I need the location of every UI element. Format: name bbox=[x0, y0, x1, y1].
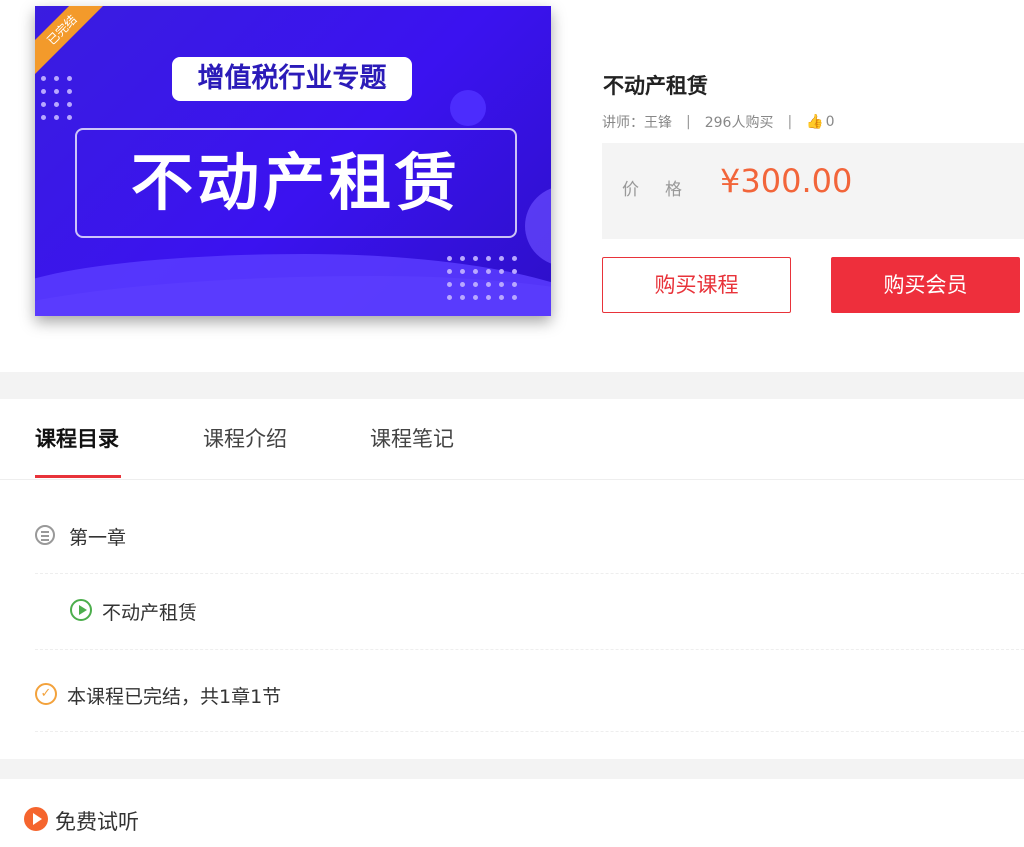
play-circle-icon bbox=[24, 807, 48, 831]
course-title: 不动产租赁 bbox=[603, 74, 708, 98]
section-divider bbox=[0, 759, 1024, 779]
purchase-count: 296人购买 bbox=[704, 115, 774, 131]
free-trial-bar[interactable]: 免费试听 bbox=[0, 779, 1024, 847]
lesson-title: 不动产租赁 bbox=[102, 602, 198, 624]
meta-divider: | bbox=[787, 114, 793, 130]
tab-catalog[interactable]: 课程目录 bbox=[35, 423, 119, 453]
cover-decor-circle bbox=[450, 90, 486, 126]
course-content-panel: 课程目录 课程介绍 课程笔记 第一章 不动产租赁 ✓ 本课程已完结，共1章1节 bbox=[0, 399, 1024, 759]
price-label: 价格 bbox=[622, 180, 708, 200]
cover-title: 不动产租赁 bbox=[75, 128, 517, 238]
price-box: 价格 ¥300.00 bbox=[602, 143, 1024, 239]
tab-notes[interactable]: 课程笔记 bbox=[370, 423, 454, 453]
buy-member-button[interactable]: 购买会员 bbox=[831, 257, 1020, 313]
teacher-name: 讲师：王锋 bbox=[602, 115, 672, 131]
buy-course-button[interactable]: 购买课程 bbox=[602, 257, 791, 313]
check-circle-icon: ✓ bbox=[35, 683, 57, 705]
section-divider bbox=[0, 372, 1024, 399]
meta-divider: | bbox=[686, 114, 691, 130]
tab-bar: 课程目录 课程介绍 课程笔记 bbox=[0, 399, 1024, 480]
cover-dot-pattern bbox=[447, 256, 517, 300]
like-count: 0 bbox=[825, 114, 835, 130]
course-header: 已完结 增值税行业专题 不动产租赁 不动产租赁 讲师：王锋 | 296人购买 |… bbox=[0, 0, 1024, 372]
chapter-title: 第一章 bbox=[69, 527, 127, 549]
cover-decor-circle bbox=[525, 186, 551, 266]
active-tab-indicator bbox=[35, 475, 121, 478]
lesson-row[interactable]: 不动产租赁 bbox=[35, 573, 1024, 650]
tab-introduction[interactable]: 课程介绍 bbox=[203, 423, 287, 453]
course-cover-image[interactable]: 已完结 增值税行业专题 不动产租赁 bbox=[35, 6, 551, 316]
play-icon bbox=[70, 599, 92, 621]
chapter-row[interactable]: 第一章 bbox=[35, 479, 1024, 574]
course-meta: 讲师：王锋 | 296人购买 | 👍 0 bbox=[602, 112, 835, 132]
completed-badge: 已完结 bbox=[35, 6, 117, 85]
thumbs-up-icon[interactable]: 👍 bbox=[806, 114, 823, 130]
cover-dot-pattern bbox=[41, 76, 72, 120]
course-status-row: ✓ 本课程已完结，共1章1节 bbox=[35, 649, 1024, 732]
free-trial-label: 免费试听 bbox=[55, 810, 139, 834]
list-icon bbox=[35, 525, 55, 545]
price-value: ¥300.00 bbox=[720, 162, 853, 200]
cover-subtitle: 增值税行业专题 bbox=[172, 57, 412, 101]
course-status-text: 本课程已完结，共1章1节 bbox=[67, 686, 282, 708]
